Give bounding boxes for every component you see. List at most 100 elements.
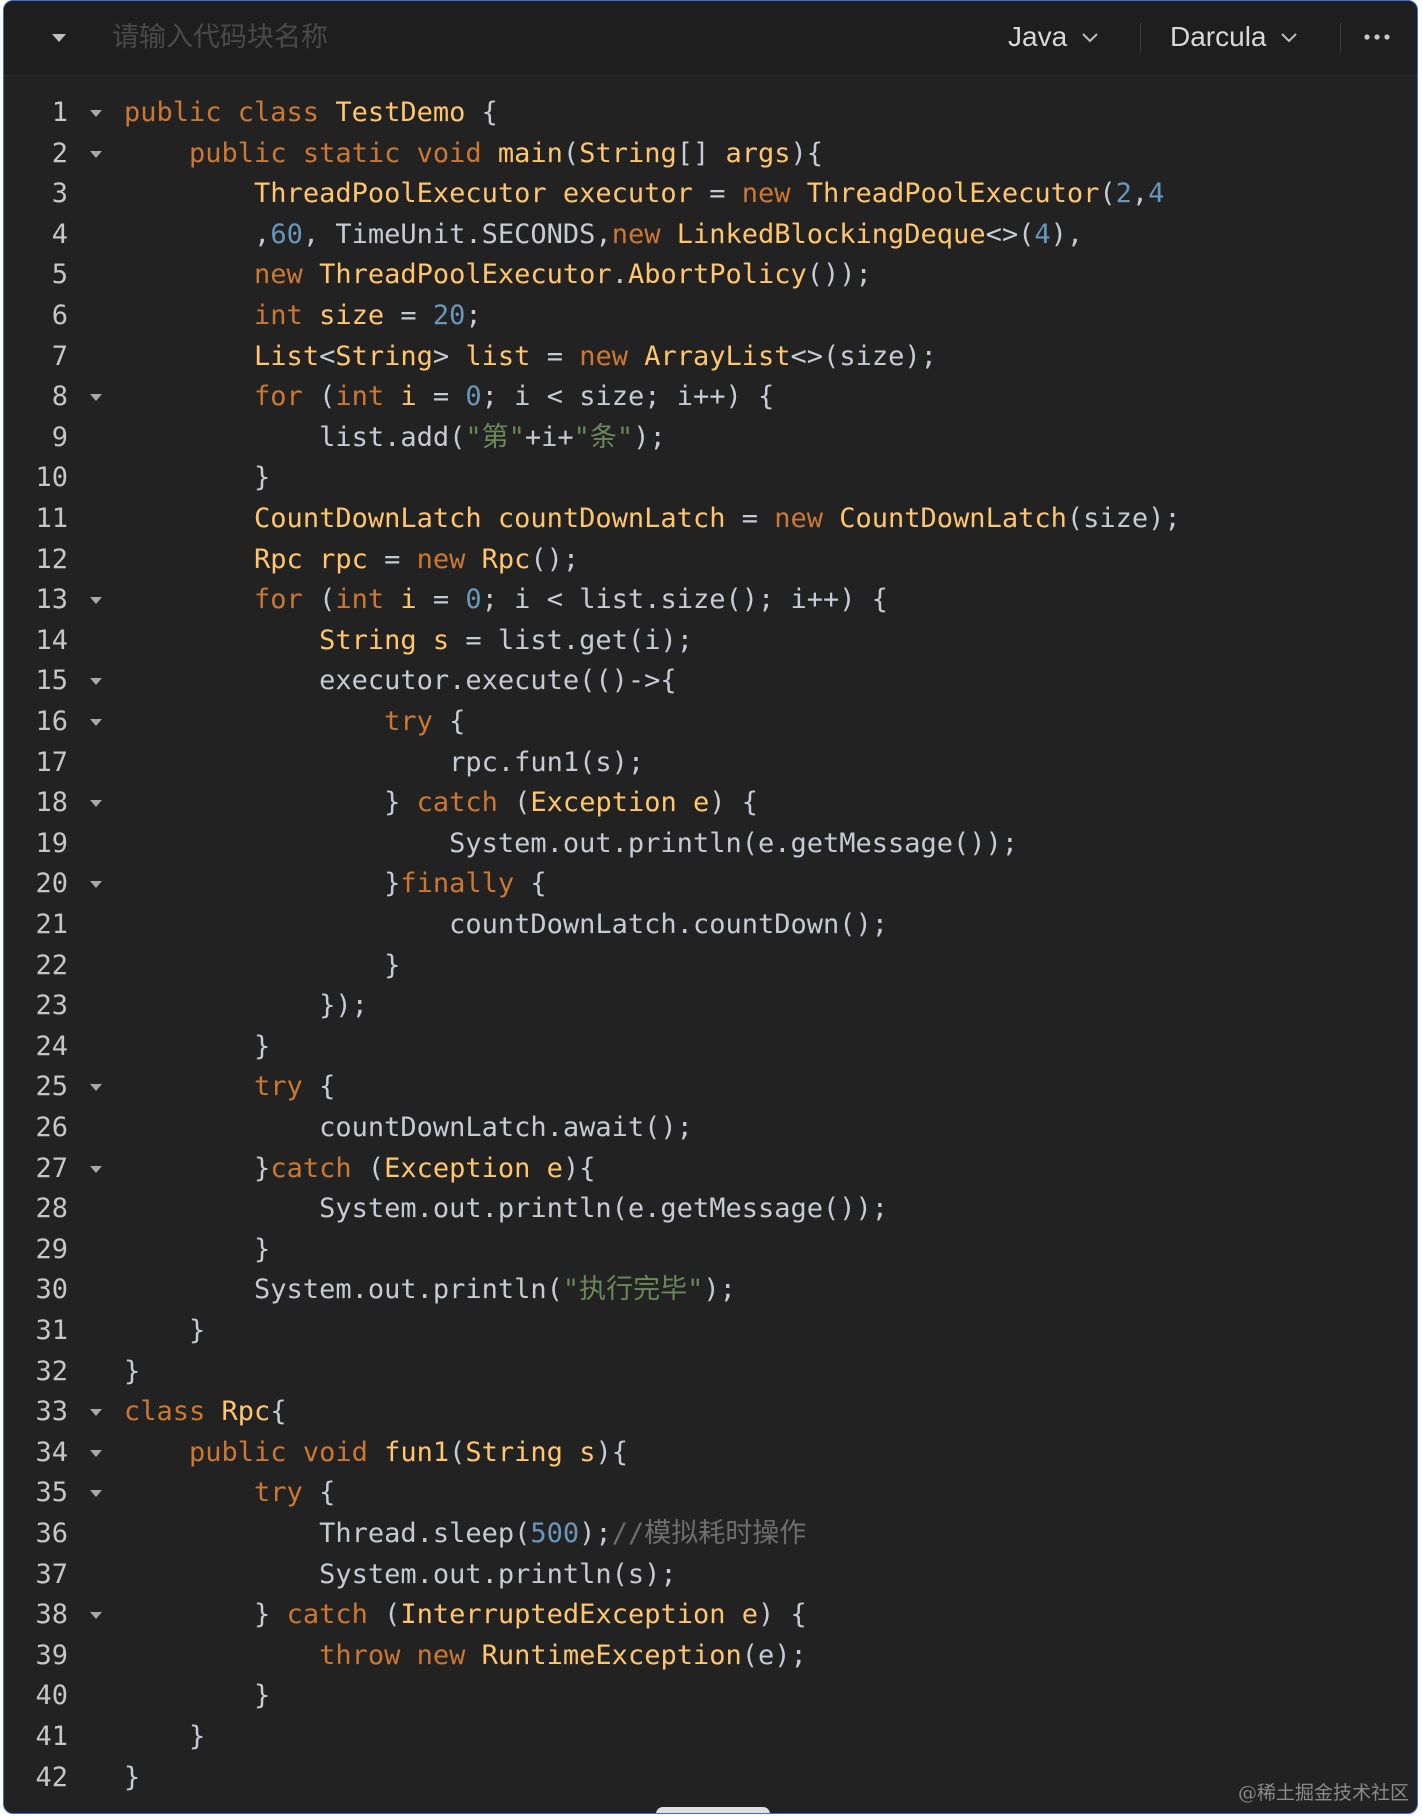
horizontal-scrollbar-thumb[interactable] <box>656 1807 770 1813</box>
code-token: ThreadPoolExecutor <box>806 178 1100 210</box>
code-token: } <box>124 1721 206 1752</box>
line-number: 31 <box>35 1315 68 1346</box>
code-token: 2 <box>1115 178 1132 210</box>
code-token: . <box>611 259 628 291</box>
code-token: ( <box>367 1152 385 1184</box>
code-token: } <box>124 462 271 494</box>
code-token: (size); <box>1066 503 1181 534</box>
code-token: ()); <box>806 259 872 291</box>
code-token: = <box>432 381 466 413</box>
line-number: 16 <box>35 706 68 737</box>
code-line-text: Rpc rpc = new Rpc(); <box>124 540 579 581</box>
code-token: { <box>449 706 466 737</box>
code-line: 32} <box>4 1352 1417 1393</box>
fold-caret-icon[interactable] <box>88 392 104 403</box>
language-select[interactable]: Java <box>1008 15 1099 59</box>
fold-caret-icon[interactable] <box>88 1448 104 1459</box>
code-line: 38 } catch (InterruptedException e) { <box>4 1595 1417 1636</box>
fold-caret-icon[interactable] <box>88 108 104 119</box>
code-token: } <box>124 1030 271 1062</box>
code-editor[interactable]: 1 public class TestDemo {2 public static … <box>4 77 1417 1813</box>
fold-caret-icon[interactable] <box>88 1610 104 1621</box>
code-line-text: } catch (Exception e) { <box>124 783 758 824</box>
line-number: 9 <box>51 421 68 453</box>
fold-caret-icon[interactable] <box>88 595 104 606</box>
code-token: = <box>741 503 775 534</box>
fold-caret-icon[interactable] <box>88 1488 104 1499</box>
code-token: } <box>124 1355 141 1387</box>
code-line-text: public static void main(String[] args){ <box>124 134 823 175</box>
line-number: 26 <box>35 1112 68 1143</box>
code-line: 37 System.out.println(s); <box>4 1555 1417 1596</box>
code-line-text: System.out.println(e.getMessage()); <box>124 1189 888 1230</box>
line-number: 23 <box>35 990 68 1022</box>
chevron-down-icon <box>1082 33 1098 43</box>
code-line-text: }catch (Exception e){ <box>124 1149 595 1190</box>
code-token: String <box>335 340 433 372</box>
line-number: 25 <box>35 1071 68 1103</box>
code-line-text: public class TestDemo { <box>124 93 498 134</box>
watermark: @稀土掘金技术社区 <box>1237 1782 1409 1804</box>
code-token: = <box>384 543 417 575</box>
code-line: 35 try { <box>4 1473 1417 1514</box>
code-line: 34 public void fun1(String s){ <box>4 1433 1417 1474</box>
code-token: 20 <box>432 300 466 331</box>
code-line-text: try { <box>124 702 465 743</box>
code-line: 5 new ThreadPoolExecutor.AbortPolicy()); <box>4 255 1417 296</box>
code-block-name-input[interactable] <box>112 17 672 57</box>
code-token: 0 <box>465 584 482 616</box>
code-token: args <box>725 137 791 169</box>
code-token: } <box>124 1233 271 1265</box>
code-token: { <box>319 1071 336 1103</box>
code-token: { <box>530 868 547 900</box>
code-token: String <box>579 137 677 169</box>
fold-caret-icon[interactable] <box>88 1407 104 1418</box>
code-token: ( <box>319 584 336 616</box>
fold-caret-icon[interactable] <box>88 1082 104 1093</box>
line-number: 40 <box>35 1680 68 1712</box>
code-token: ArrayList <box>644 340 791 372</box>
code-token: try <box>384 706 450 737</box>
fold-caret-icon[interactable] <box>88 798 104 809</box>
code-line: 28 System.out.println(e.getMessage()); <box>4 1189 1417 1230</box>
code-line-text: } <box>124 1230 270 1271</box>
code-token: <>(size); <box>790 340 937 372</box>
code-token: { <box>481 97 498 128</box>
line-number: 20 <box>35 868 68 900</box>
code-line-text: } <box>124 1311 205 1352</box>
code-line-text: } <box>124 458 270 499</box>
code-token: i <box>400 381 433 413</box>
code-token: //模拟耗时操作 <box>611 1518 807 1549</box>
theme-select[interactable]: Darcula <box>1170 15 1298 59</box>
code-line: 8 for (int i = 0; i < size; i++) { <box>4 377 1417 418</box>
fold-caret-icon[interactable] <box>88 149 104 160</box>
code-token: } <box>124 1315 206 1346</box>
fold-caret-icon[interactable] <box>88 1164 104 1175</box>
line-number: 35 <box>35 1477 68 1509</box>
code-line-text: new ThreadPoolExecutor.AbortPolicy()); <box>124 255 872 296</box>
code-token: "条" <box>573 421 634 453</box>
line-number: 18 <box>35 787 68 819</box>
code-line: 6 int size = 20; <box>4 296 1417 337</box>
code-line-text: try { <box>124 1473 335 1514</box>
line-number: 13 <box>35 584 68 616</box>
code-token: finally <box>400 868 531 900</box>
fold-caret-icon[interactable] <box>88 879 104 890</box>
fold-caret-icon[interactable] <box>88 717 104 728</box>
code-token: ( <box>449 1436 466 1468</box>
more-options-icon[interactable] <box>1362 27 1392 47</box>
line-number: 41 <box>35 1721 68 1752</box>
collapse-caret-icon[interactable] <box>50 31 68 45</box>
code-line-text: } <box>124 1352 140 1393</box>
line-number: 5 <box>51 259 68 291</box>
fold-caret-icon[interactable] <box>88 676 104 687</box>
code-token: i <box>400 584 433 616</box>
language-select-label: Java <box>1008 21 1068 52</box>
